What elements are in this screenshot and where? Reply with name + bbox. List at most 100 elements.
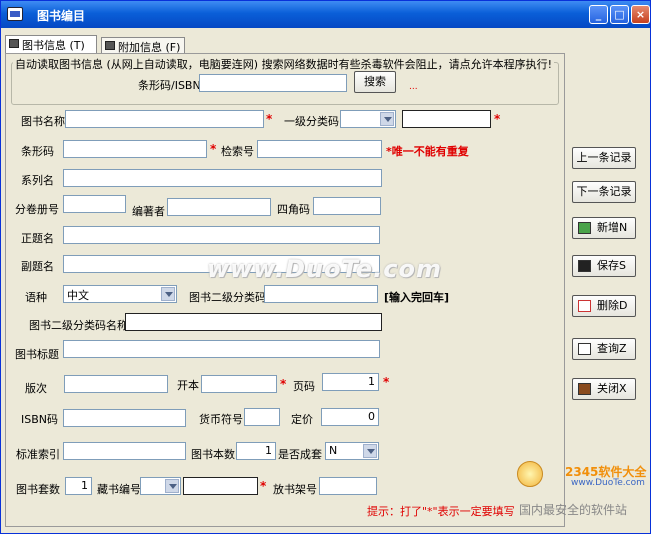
- delete-button[interactable]: 删除D: [572, 295, 636, 317]
- index-no-input[interactable]: [257, 140, 382, 158]
- format-input[interactable]: [201, 375, 277, 393]
- window-title: 图书编目: [37, 9, 86, 23]
- level1-class-select[interactable]: [340, 110, 396, 128]
- level2-name-input[interactable]: [125, 313, 382, 331]
- close-label: 关闭X: [597, 382, 627, 395]
- info-icon: [105, 41, 115, 50]
- sub-title-label: 副题名: [21, 260, 54, 273]
- collection-no-select[interactable]: [140, 477, 181, 495]
- delete-label: 删除D: [597, 299, 628, 312]
- required-star: *: [260, 479, 267, 493]
- currency-input[interactable]: [244, 408, 280, 426]
- level2-class-input[interactable]: [264, 285, 378, 303]
- next-record-button[interactable]: 下一条记录: [572, 181, 636, 203]
- mascot-icon: [517, 461, 543, 487]
- author-input[interactable]: [167, 198, 271, 216]
- prev-record-label: 上一条记录: [576, 151, 632, 164]
- price-input[interactable]: 0: [321, 408, 379, 426]
- add-label: 新增N: [597, 221, 628, 234]
- close-window-button[interactable]: ×: [631, 5, 650, 24]
- app-icon: [7, 7, 23, 21]
- save-icon: [578, 260, 591, 272]
- chevron-down-icon: [161, 287, 175, 301]
- maximize-button[interactable]: □: [610, 5, 629, 24]
- required-star: *: [266, 112, 273, 126]
- add-button[interactable]: 新增N: [572, 217, 636, 239]
- search-status: ...: [409, 82, 418, 92]
- level2-name-label: 图书二级分类码名称: [29, 319, 128, 332]
- shelf-label: 放书架号: [273, 483, 317, 496]
- book-count-label: 图书本数: [191, 448, 235, 461]
- pages-input[interactable]: 1: [322, 373, 379, 391]
- main-title-label: 正题名: [21, 232, 54, 245]
- search-button[interactable]: 搜索: [354, 71, 396, 93]
- chevron-down-icon: [165, 479, 179, 493]
- is-set-label: 是否成套: [278, 448, 322, 461]
- tab-extra-info[interactable]: 附加信息 (F): [101, 37, 185, 54]
- required-star: *: [280, 377, 287, 391]
- required-star: *: [494, 112, 501, 126]
- close-button[interactable]: 关闭X: [572, 378, 636, 400]
- delete-icon: [578, 300, 591, 312]
- set-count-input[interactable]: 1: [65, 477, 92, 495]
- prev-record-button[interactable]: 上一条记录: [572, 147, 636, 169]
- std-index-label: 标准索引: [16, 448, 60, 461]
- chevron-down-icon: [363, 444, 377, 458]
- isbn-label: ISBN码: [21, 413, 59, 426]
- chevron-down-icon: [380, 112, 394, 126]
- minimize-button[interactable]: _: [589, 5, 608, 24]
- enter-hint: [输入完回车]: [384, 291, 450, 304]
- main-title-input[interactable]: [63, 226, 380, 244]
- required-star: *: [210, 142, 217, 156]
- title-bar[interactable]: 图书编目 _ □ ×: [1, 1, 650, 28]
- watermark: www.DuoTe.com: [207, 255, 442, 283]
- required-star: *: [383, 375, 390, 389]
- set-count-label: 图书套数: [16, 483, 60, 496]
- collection-no-text[interactable]: [183, 477, 258, 495]
- is-set-select[interactable]: N: [325, 442, 379, 460]
- barcode-input[interactable]: [63, 140, 207, 158]
- save-label: 保存S: [597, 259, 626, 272]
- query-label: 查询Z: [597, 342, 627, 355]
- unique-note: *唯一不能有重复: [386, 145, 469, 158]
- price-label: 定价: [291, 413, 313, 426]
- shelf-input[interactable]: [319, 477, 377, 495]
- tab-book-info-label: 图书信息 (T): [22, 39, 85, 52]
- edition-label: 版次: [25, 382, 47, 395]
- four-corner-input[interactable]: [313, 197, 381, 215]
- index-no-label: 检索号: [221, 145, 254, 158]
- book-count-input[interactable]: 1: [236, 442, 276, 460]
- logo-slogan: 国内最安全的软件站: [519, 503, 628, 517]
- auto-read-legend: 自动读取图书信息 (从网上自动读取，电脑要连网) 搜索网络数据时有些杀毒软件会阻…: [13, 56, 554, 72]
- is-set-value: N: [329, 444, 338, 457]
- series-input[interactable]: [63, 169, 382, 187]
- level1-class-text[interactable]: [402, 110, 491, 128]
- site-logo: 2345软件大全 www.DuoTe.com 国内最安全的软件站: [513, 461, 646, 521]
- main-window: 图书编目 _ □ × 图书信息 (T) 附加信息 (F) 自动读取图书信息 (从…: [0, 0, 651, 534]
- volume-input[interactable]: [63, 195, 126, 213]
- level2-class-label: 图书二级分类码: [189, 291, 266, 304]
- save-button[interactable]: 保存S: [572, 255, 636, 277]
- book-name-input[interactable]: [65, 110, 264, 128]
- collection-no-label: 藏书编号: [97, 483, 141, 496]
- required-hint: 提示：打了"*"表示一定要填写: [367, 505, 515, 518]
- volume-label: 分卷册号: [15, 203, 59, 216]
- std-index-input[interactable]: [63, 442, 186, 460]
- currency-label: 货币符号: [199, 413, 243, 426]
- language-select[interactable]: 中文: [63, 285, 177, 303]
- isbn-input[interactable]: [63, 409, 186, 427]
- next-record-label: 下一条记录: [576, 185, 632, 198]
- subject-input[interactable]: [63, 340, 380, 358]
- barcode-isbn-input[interactable]: [199, 74, 347, 92]
- add-icon: [578, 222, 591, 234]
- format-label: 开本: [177, 379, 199, 392]
- tab-book-info[interactable]: 图书信息 (T): [5, 35, 97, 53]
- query-icon: [578, 343, 591, 355]
- language-label: 语种: [25, 291, 47, 304]
- level1-class-label: 一级分类码: [284, 115, 339, 128]
- author-label: 编著者: [132, 205, 165, 218]
- close-door-icon: [578, 383, 591, 395]
- barcode-label: 条形码: [21, 145, 54, 158]
- edition-input[interactable]: [64, 375, 168, 393]
- query-button[interactable]: 查询Z: [572, 338, 636, 360]
